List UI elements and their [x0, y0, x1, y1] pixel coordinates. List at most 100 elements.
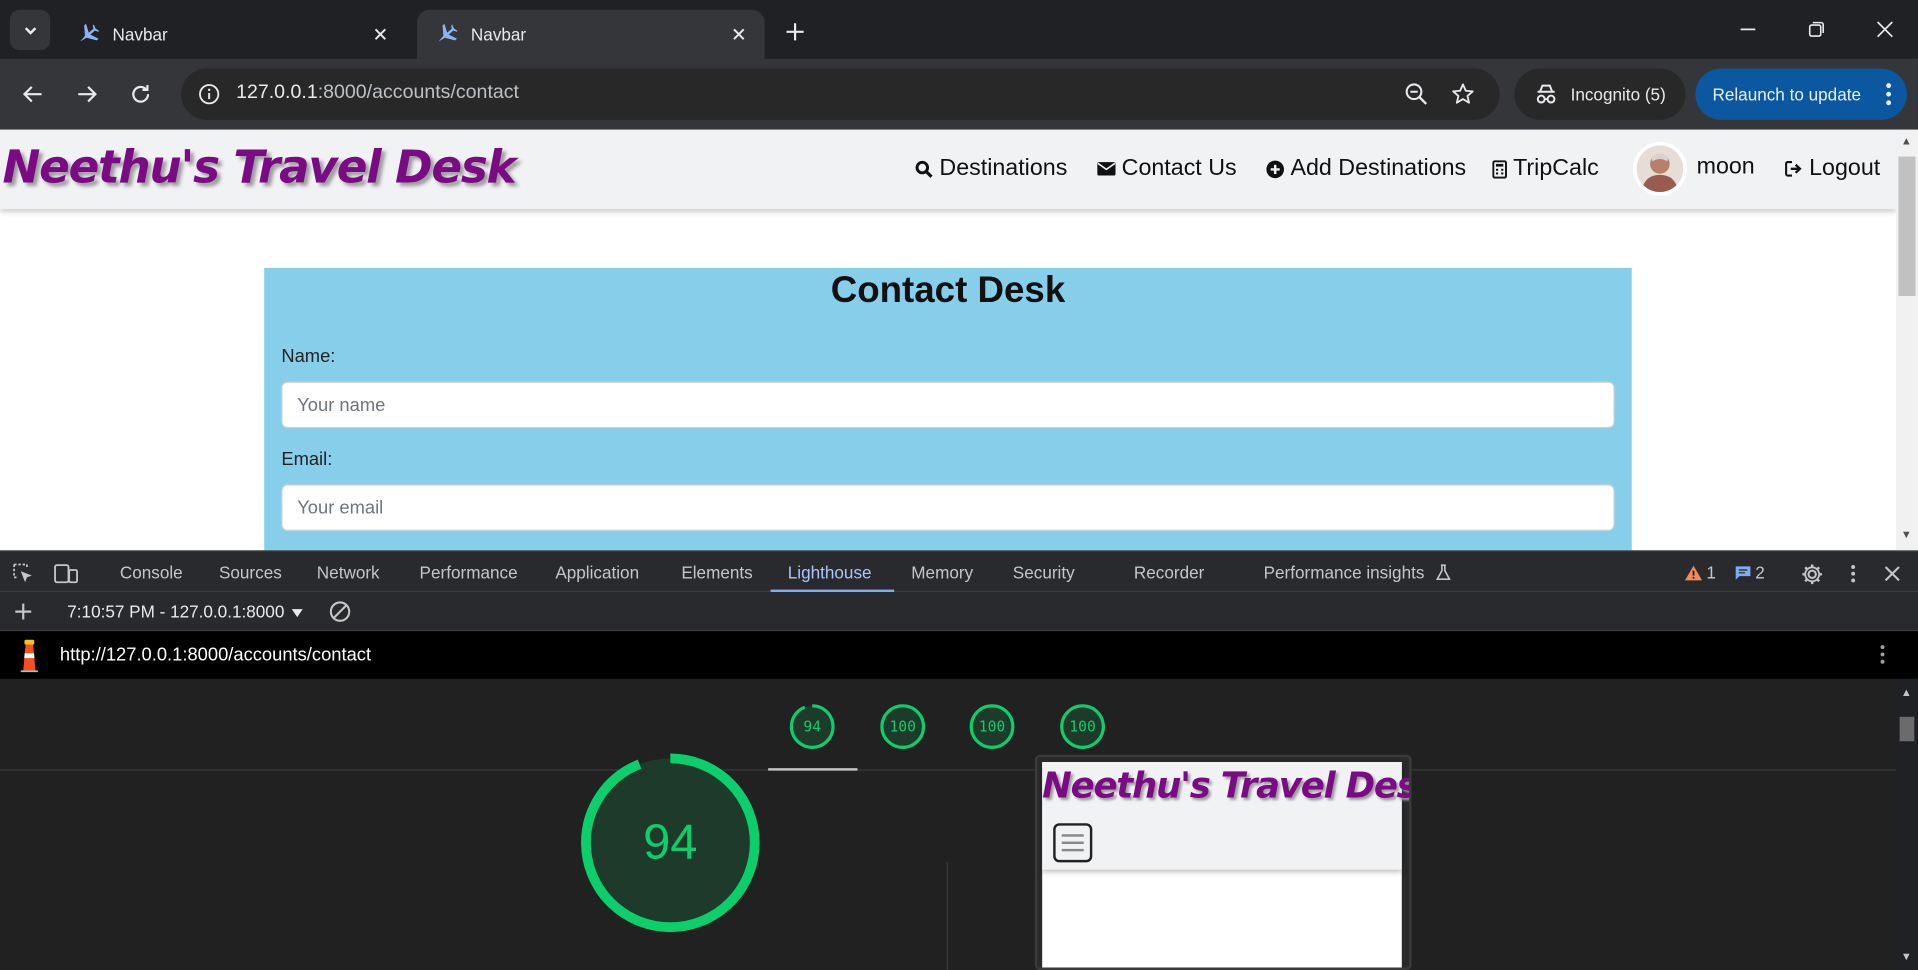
devtools-tab-elements[interactable]: Elements: [681, 563, 752, 583]
scrollbar-thumb[interactable]: [1899, 716, 1915, 742]
score-gauge-seo[interactable]: 100: [1059, 703, 1105, 749]
email-input[interactable]: [281, 484, 1615, 531]
score-gauge-performance[interactable]: 94: [789, 703, 835, 749]
forward-button[interactable]: [70, 77, 104, 111]
arrow-right-icon: [78, 86, 97, 103]
plus-icon: [786, 23, 804, 41]
tab-title: Navbar: [112, 24, 168, 45]
nav-contact-us[interactable]: Contact Us: [1097, 155, 1237, 182]
back-button[interactable]: [16, 77, 50, 111]
lighthouse-toolbar: 7:10:57 PM - 127.0.0.1:8000: [0, 592, 1918, 632]
nav-tripcalc[interactable]: TripCalc: [1492, 155, 1599, 182]
hamburger-menu-icon: [1053, 823, 1093, 863]
flask-icon: [1436, 564, 1452, 580]
thumbnail-page: Neethu's Travel Desk: [1042, 762, 1409, 968]
nav-username: moon: [1696, 154, 1755, 180]
email-label: Email:: [281, 448, 333, 470]
score-gauge-best-practices[interactable]: 100: [969, 703, 1015, 749]
bookmark-star-icon[interactable]: [1448, 80, 1477, 109]
kebab-menu-icon[interactable]: [1841, 561, 1865, 585]
new-tab-button[interactable]: [778, 15, 812, 49]
score-gauge-accessibility[interactable]: 100: [879, 703, 926, 749]
devtools-tab-lighthouse[interactable]: Lighthouse: [788, 563, 872, 583]
plus-circle-icon: [1266, 159, 1284, 178]
messages-badge[interactable]: 2: [1734, 563, 1765, 582]
incognito-icon: [1536, 84, 1556, 104]
address-url[interactable]: 127.0.0.1:8000/accounts/contact: [236, 82, 519, 104]
relaunch-button[interactable]: Relaunch to update: [1695, 68, 1907, 120]
url-host: 127.0.0.1: [236, 81, 318, 103]
browser-tab-1[interactable]: Navbar: [59, 10, 406, 59]
performance-insights-label: Performance insights: [1263, 562, 1425, 583]
devtools-tab-performance-insights[interactable]: Performance insights: [1263, 562, 1452, 583]
warnings-badge[interactable]: 1: [1684, 563, 1716, 582]
window-close-button[interactable]: [1868, 12, 1902, 46]
site-info-icon[interactable]: [196, 81, 223, 108]
score-value: 94: [803, 718, 822, 736]
kebab-menu-icon[interactable]: [1885, 82, 1892, 106]
close-icon: [1877, 21, 1893, 38]
address-bar[interactable]: 127.0.0.1:8000/accounts/contact: [181, 68, 1500, 120]
devtools-panel: Console Sources Network Performance Appl…: [0, 550, 1918, 970]
devtools-tabbar: Console Sources Network Performance Appl…: [0, 550, 1918, 593]
devtools-tab-recorder[interactable]: Recorder: [1134, 563, 1204, 583]
site-brand[interactable]: Neethu's Travel Desk: [2, 141, 516, 194]
close-devtools-icon[interactable]: [1880, 561, 1904, 585]
devtools-tab-application[interactable]: Application: [555, 563, 639, 583]
devtools-tab-memory[interactable]: Memory: [911, 563, 973, 583]
arrow-left-icon: [22, 86, 42, 103]
report-session-select[interactable]: 7:10:57 PM - 127.0.0.1:8000: [67, 601, 304, 622]
site-navbar: Neethu's Travel Desk Destinations Contac…: [0, 129, 1896, 210]
nav-add-destinations-label: Add Destinations: [1290, 155, 1467, 182]
scrollbar-thumb[interactable]: [1898, 156, 1916, 297]
settings-gear-icon[interactable]: [1799, 561, 1823, 585]
scroll-up-icon[interactable]: ▲: [1901, 135, 1912, 147]
score-value: 100: [978, 718, 1006, 736]
nav-contact-label: Contact Us: [1121, 155, 1237, 182]
zoom-icon[interactable]: [1402, 80, 1431, 109]
scroll-down-icon[interactable]: ▼: [1901, 528, 1912, 540]
close-icon[interactable]: [728, 23, 750, 45]
report-session-label: 7:10:57 PM - 127.0.0.1:8000: [67, 601, 285, 622]
restore-button[interactable]: [1799, 12, 1833, 46]
reload-icon: [132, 85, 150, 103]
lighthouse-report: 94 100 100 100 94 Neethu's Travel Desk: [0, 678, 1896, 970]
name-input[interactable]: [281, 381, 1615, 429]
score-value: 100: [1069, 718, 1096, 736]
close-icon[interactable]: [369, 23, 391, 45]
nav-destinations[interactable]: Destinations: [915, 155, 1067, 182]
devtools-tab-performance[interactable]: Performance: [420, 563, 518, 583]
tab-search-button[interactable]: [9, 9, 51, 51]
page-screenshot-thumbnail[interactable]: Neethu's Travel Desk: [1034, 754, 1412, 970]
clear-block-icon[interactable]: [328, 599, 352, 623]
device-toolbar-icon[interactable]: [54, 561, 78, 585]
report-scrollbar[interactable]: ▲ ▼: [1895, 678, 1918, 970]
scroll-down-icon[interactable]: ▼: [1901, 950, 1912, 962]
contact-form: Contact Desk Name: Email:: [264, 267, 1632, 551]
browser-tab-2[interactable]: Navbar: [417, 9, 765, 59]
score-value: 100: [889, 718, 916, 736]
performance-score-gauge: 94: [580, 752, 761, 933]
nav-logout[interactable]: Logout: [1785, 155, 1880, 182]
scroll-up-icon[interactable]: ▲: [1901, 686, 1912, 698]
active-gauge-indicator: [768, 768, 858, 771]
devtools-tab-console[interactable]: Console: [120, 563, 183, 583]
report-url: http://127.0.0.1:8000/accounts/contact: [59, 644, 372, 666]
thumbnail-brand: Neethu's Travel Desk: [1042, 764, 1412, 807]
nav-tripcalc-label: TripCalc: [1513, 155, 1599, 182]
name-label: Name:: [281, 346, 336, 367]
score-gauges: 94 100 100 100: [0, 679, 1896, 771]
kebab-menu-icon[interactable]: [1879, 643, 1886, 671]
nav-add-destinations[interactable]: Add Destinations: [1266, 155, 1466, 182]
reload-button[interactable]: [124, 77, 158, 111]
devtools-tab-network[interactable]: Network: [317, 563, 380, 583]
new-report-plus-icon[interactable]: [11, 599, 35, 623]
devtools-tab-sources[interactable]: Sources: [219, 563, 282, 583]
incognito-indicator[interactable]: Incognito (5): [1514, 68, 1686, 120]
inspect-element-icon[interactable]: [11, 561, 35, 585]
devtools-tab-security[interactable]: Security: [1013, 563, 1075, 583]
envelope-icon: [1097, 162, 1116, 176]
avatar[interactable]: [1632, 141, 1687, 196]
page-scrollbar[interactable]: ▲ ▼: [1895, 129, 1918, 551]
minimize-button[interactable]: [1731, 12, 1765, 46]
